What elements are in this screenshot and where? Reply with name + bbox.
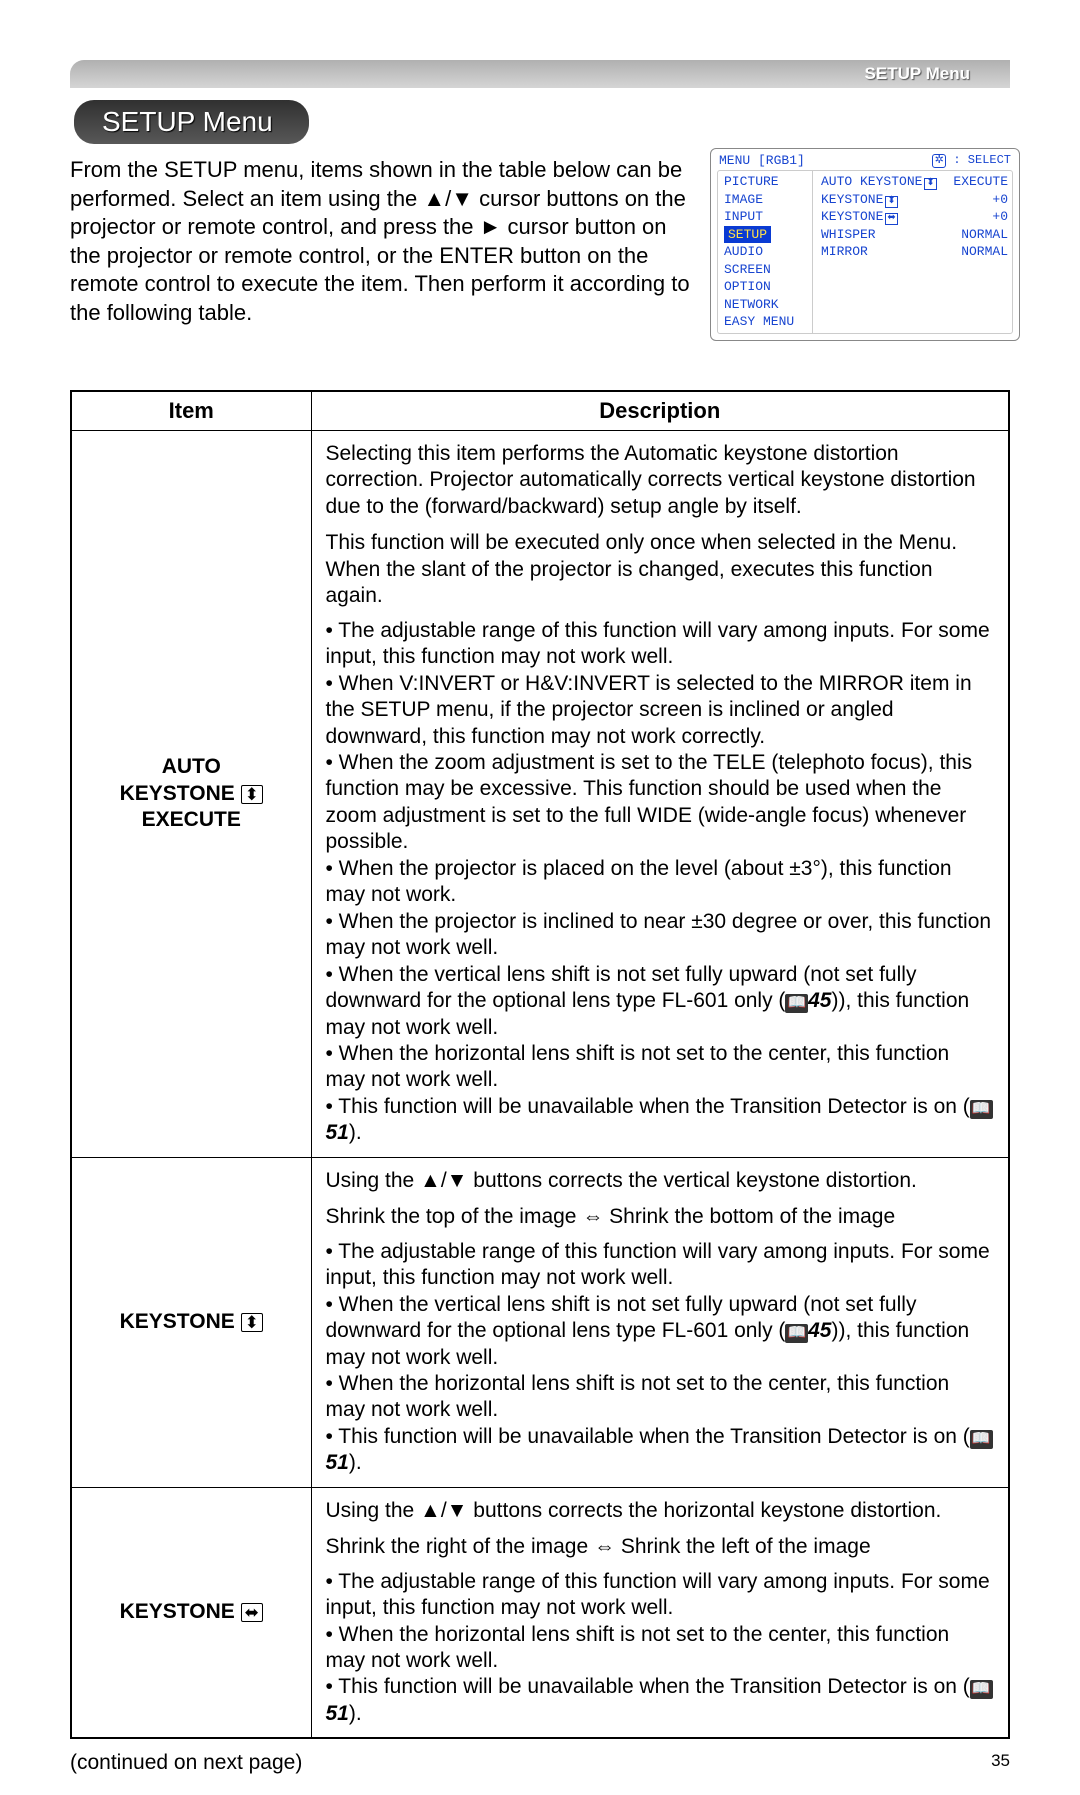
header-bar-label: SETUP Menu [865, 64, 970, 84]
osd-menu-item: PICTURE [724, 173, 812, 191]
item-cell: AUTOKEYSTONE ⬍EXECUTE [71, 431, 311, 1158]
item-cell: KEYSTONE ⬍ [71, 1157, 311, 1487]
setup-table: Item Description AUTOKEYSTONE ⬍EXECUTESe… [70, 390, 1010, 1739]
keystone-axis-icon: ⬍ [241, 1313, 263, 1332]
manual-page-ref: 📖45 [785, 989, 831, 1012]
manual-page-ref: 📖51 [326, 1095, 993, 1144]
osd-menu-item: AUDIO [724, 243, 812, 261]
section-pill: SETUP Menu [74, 100, 309, 144]
desc-cell: Selecting this item performs the Automat… [311, 431, 1009, 1158]
col-item: Item [71, 391, 311, 431]
manual-page-ref: 📖45 [785, 1319, 831, 1342]
osd-value-row: KEYSTONE⬍+0 [821, 191, 1008, 209]
keystone-axis-icon: ⬍ [885, 196, 897, 208]
manual-page-ref: 📖51 [326, 1675, 993, 1724]
osd-title-left: MENU [RGB1] [719, 153, 805, 168]
desc-cell: Using the ▲/▼ buttons corrects the verti… [311, 1157, 1009, 1487]
header-bar: SETUP Menu [70, 60, 1010, 88]
osd-left-menu: PICTUREIMAGEINPUTSETUPAUDIOSCREENOPTIONN… [718, 171, 813, 333]
osd-value-row: MIRRORNORMAL [821, 243, 1008, 261]
osd-value-row: WHISPERNORMAL [821, 226, 1008, 244]
osd-menu-item: EASY MENU [724, 313, 812, 331]
col-desc: Description [311, 391, 1009, 431]
osd-menu-item: IMAGE [724, 191, 812, 209]
osd-select-label: : SELECT [953, 153, 1011, 167]
osd-menu-item: INPUT [724, 208, 812, 226]
osd-menu-item: SETUP [724, 226, 812, 244]
osd-menu-item: NETWORK [724, 296, 812, 314]
keystone-axis-icon: ⬍ [924, 178, 936, 190]
osd-menu-item: SCREEN [724, 261, 812, 279]
table-row: KEYSTONE ⬌Using the ▲/▼ buttons corrects… [71, 1487, 1009, 1738]
osd-value-row: KEYSTONE⬌+0 [821, 208, 1008, 226]
table-row: KEYSTONE ⬍Using the ▲/▼ buttons corrects… [71, 1157, 1009, 1487]
keystone-axis-icon: ⬌ [241, 1603, 263, 1622]
gear-icon: ✲ [932, 154, 946, 168]
desc-cell: Using the ▲/▼ buttons corrects the horiz… [311, 1487, 1009, 1738]
manual-page-ref: 📖51 [326, 1425, 993, 1474]
osd-value-row: AUTO KEYSTONE⬍EXECUTE [821, 173, 1008, 191]
item-cell: KEYSTONE ⬌ [71, 1487, 311, 1738]
osd-menu-item: OPTION [724, 278, 812, 296]
keystone-axis-icon: ⬌ [885, 213, 897, 225]
osd-right-values: AUTO KEYSTONE⬍EXECUTEKEYSTONE⬍+0KEYSTONE… [813, 171, 1012, 333]
page-number: 35 [991, 1751, 1010, 1775]
continued-label: (continued on next page) [70, 1751, 302, 1775]
keystone-axis-icon: ⬍ [241, 785, 263, 804]
osd-panel: MENU [RGB1] ✲ : SELECT PICTUREIMAGEINPUT… [710, 148, 1020, 341]
table-row: AUTOKEYSTONE ⬍EXECUTESelecting this item… [71, 431, 1009, 1158]
intro-text: From the SETUP menu, items shown in the … [70, 156, 690, 328]
